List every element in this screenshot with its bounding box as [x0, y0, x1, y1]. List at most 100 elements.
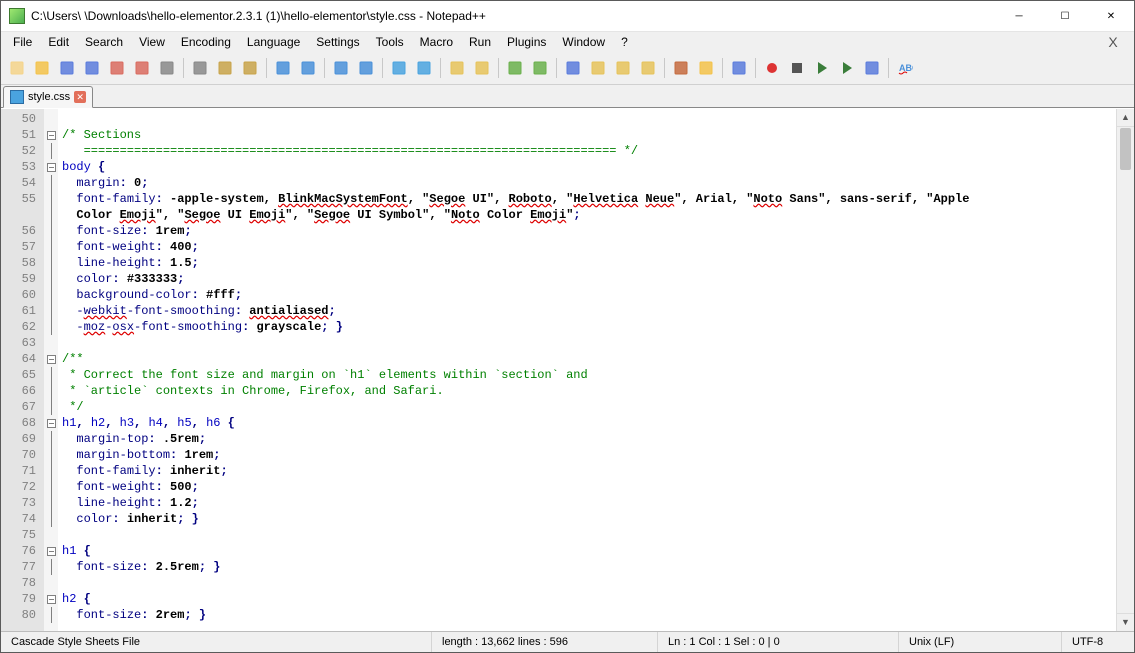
function-list-icon[interactable]: [669, 56, 693, 80]
menu-search[interactable]: Search: [77, 33, 131, 51]
code-line[interactable]: margin: 0;: [62, 175, 1116, 191]
redo-icon[interactable]: [296, 56, 320, 80]
fold-toggle-icon[interactable]: [44, 159, 58, 175]
word-wrap-icon[interactable]: [503, 56, 527, 80]
user-lang-icon[interactable]: [586, 56, 610, 80]
save-macro-icon[interactable]: [860, 56, 884, 80]
sync-h-icon[interactable]: [470, 56, 494, 80]
menu-view[interactable]: View: [131, 33, 173, 51]
code-line[interactable]: /* Sections: [62, 127, 1116, 143]
scroll-down-icon[interactable]: ▼: [1117, 613, 1134, 631]
menu-tools[interactable]: Tools: [368, 33, 412, 51]
code-line[interactable]: line-height: 1.2;: [62, 495, 1116, 511]
tab-close-icon[interactable]: ✕: [74, 91, 86, 103]
fold-guide: [44, 511, 58, 527]
fold-toggle-icon[interactable]: [44, 591, 58, 607]
status-encoding[interactable]: UTF-8: [1062, 632, 1135, 652]
code-line[interactable]: * `article` contexts in Chrome, Firefox,…: [62, 383, 1116, 399]
sync-v-icon[interactable]: [445, 56, 469, 80]
code-line[interactable]: /**: [62, 351, 1116, 367]
maximize-button[interactable]: ☐: [1042, 1, 1088, 31]
doc-list-icon[interactable]: [636, 56, 660, 80]
code-line[interactable]: h1 {: [62, 543, 1116, 559]
menu-help[interactable]: ?: [613, 33, 636, 51]
print-icon[interactable]: [155, 56, 179, 80]
replace-icon[interactable]: [354, 56, 378, 80]
monitor-icon[interactable]: [727, 56, 751, 80]
menu-macro[interactable]: Macro: [412, 33, 461, 51]
code-line[interactable]: [62, 335, 1116, 351]
menu-settings[interactable]: Settings: [308, 33, 367, 51]
record-macro-icon[interactable]: [760, 56, 784, 80]
menu-language[interactable]: Language: [239, 33, 308, 51]
code-line[interactable]: background-color: #fff;: [62, 287, 1116, 303]
code-line[interactable]: line-height: 1.5;: [62, 255, 1116, 271]
menu-run[interactable]: Run: [461, 33, 499, 51]
secondary-close-button[interactable]: X: [1098, 34, 1134, 50]
spellcheck-icon[interactable]: ABC: [893, 56, 917, 80]
code-line[interactable]: font-size: 1rem;: [62, 223, 1116, 239]
close-all-icon[interactable]: [130, 56, 154, 80]
code-line[interactable]: [62, 575, 1116, 591]
zoom-out-icon[interactable]: [412, 56, 436, 80]
code-line[interactable]: -webkit-font-smoothing: antialiased;: [62, 303, 1116, 319]
code-line[interactable]: color: inherit; }: [62, 511, 1116, 527]
minimize-button[interactable]: ─: [996, 1, 1042, 31]
code-line[interactable]: body {: [62, 159, 1116, 175]
doc-map-icon[interactable]: [611, 56, 635, 80]
undo-icon[interactable]: [271, 56, 295, 80]
fold-guide: [44, 367, 58, 383]
new-file-icon[interactable]: [5, 56, 29, 80]
code-line[interactable]: font-size: 2.5rem; }: [62, 559, 1116, 575]
copy-icon[interactable]: [213, 56, 237, 80]
status-eol[interactable]: Unix (LF): [899, 632, 1062, 652]
code-line[interactable]: font-family: -apple-system, BlinkMacSyst…: [62, 191, 1116, 223]
menu-plugins[interactable]: Plugins: [499, 33, 554, 51]
code-line[interactable]: font-weight: 500;: [62, 479, 1116, 495]
fold-toggle-icon[interactable]: [44, 543, 58, 559]
close-window-button[interactable]: ✕: [1088, 1, 1134, 31]
play-multi-icon[interactable]: [835, 56, 859, 80]
zoom-in-icon[interactable]: [387, 56, 411, 80]
stop-macro-icon[interactable]: [785, 56, 809, 80]
save-all-icon[interactable]: [80, 56, 104, 80]
code-line[interactable]: font-family: inherit;: [62, 463, 1116, 479]
menu-edit[interactable]: Edit: [40, 33, 77, 51]
show-all-chars-icon[interactable]: [528, 56, 552, 80]
line-number: 69: [1, 431, 44, 447]
open-file-icon[interactable]: [30, 56, 54, 80]
fold-toggle-icon[interactable]: [44, 127, 58, 143]
fold-guide: [44, 399, 58, 415]
save-icon[interactable]: [55, 56, 79, 80]
folder-icon[interactable]: [694, 56, 718, 80]
menu-file[interactable]: File: [5, 33, 40, 51]
fold-toggle-icon[interactable]: [44, 351, 58, 367]
close-icon[interactable]: [105, 56, 129, 80]
code-line[interactable]: font-size: 2rem; }: [62, 607, 1116, 623]
code-line[interactable]: h1, h2, h3, h4, h5, h6 {: [62, 415, 1116, 431]
play-macro-icon[interactable]: [810, 56, 834, 80]
code-line[interactable]: * Correct the font size and margin on `h…: [62, 367, 1116, 383]
code-line[interactable]: margin-top: .5rem;: [62, 431, 1116, 447]
scroll-up-icon[interactable]: ▲: [1117, 109, 1134, 127]
code-line[interactable]: [62, 111, 1116, 127]
code-line[interactable]: h2 {: [62, 591, 1116, 607]
vertical-scrollbar[interactable]: ▲ ▼: [1116, 109, 1134, 631]
menu-encoding[interactable]: Encoding: [173, 33, 239, 51]
code-line[interactable]: -moz-osx-font-smoothing: grayscale; }: [62, 319, 1116, 335]
code-line[interactable]: ========================================…: [62, 143, 1116, 159]
code-line[interactable]: margin-bottom: 1rem;: [62, 447, 1116, 463]
paste-icon[interactable]: [238, 56, 262, 80]
code-line[interactable]: font-weight: 400;: [62, 239, 1116, 255]
scrollbar-thumb[interactable]: [1120, 128, 1131, 170]
code-line[interactable]: color: #333333;: [62, 271, 1116, 287]
code-line[interactable]: */: [62, 399, 1116, 415]
fold-toggle-icon[interactable]: [44, 415, 58, 431]
code-line[interactable]: [62, 527, 1116, 543]
indent-guide-icon[interactable]: [561, 56, 585, 80]
menu-window[interactable]: Window: [554, 33, 613, 51]
cut-icon[interactable]: [188, 56, 212, 80]
code-editor[interactable]: /* Sections ============================…: [58, 109, 1116, 631]
find-icon[interactable]: [329, 56, 353, 80]
file-tab[interactable]: style.css ✕: [3, 86, 93, 108]
